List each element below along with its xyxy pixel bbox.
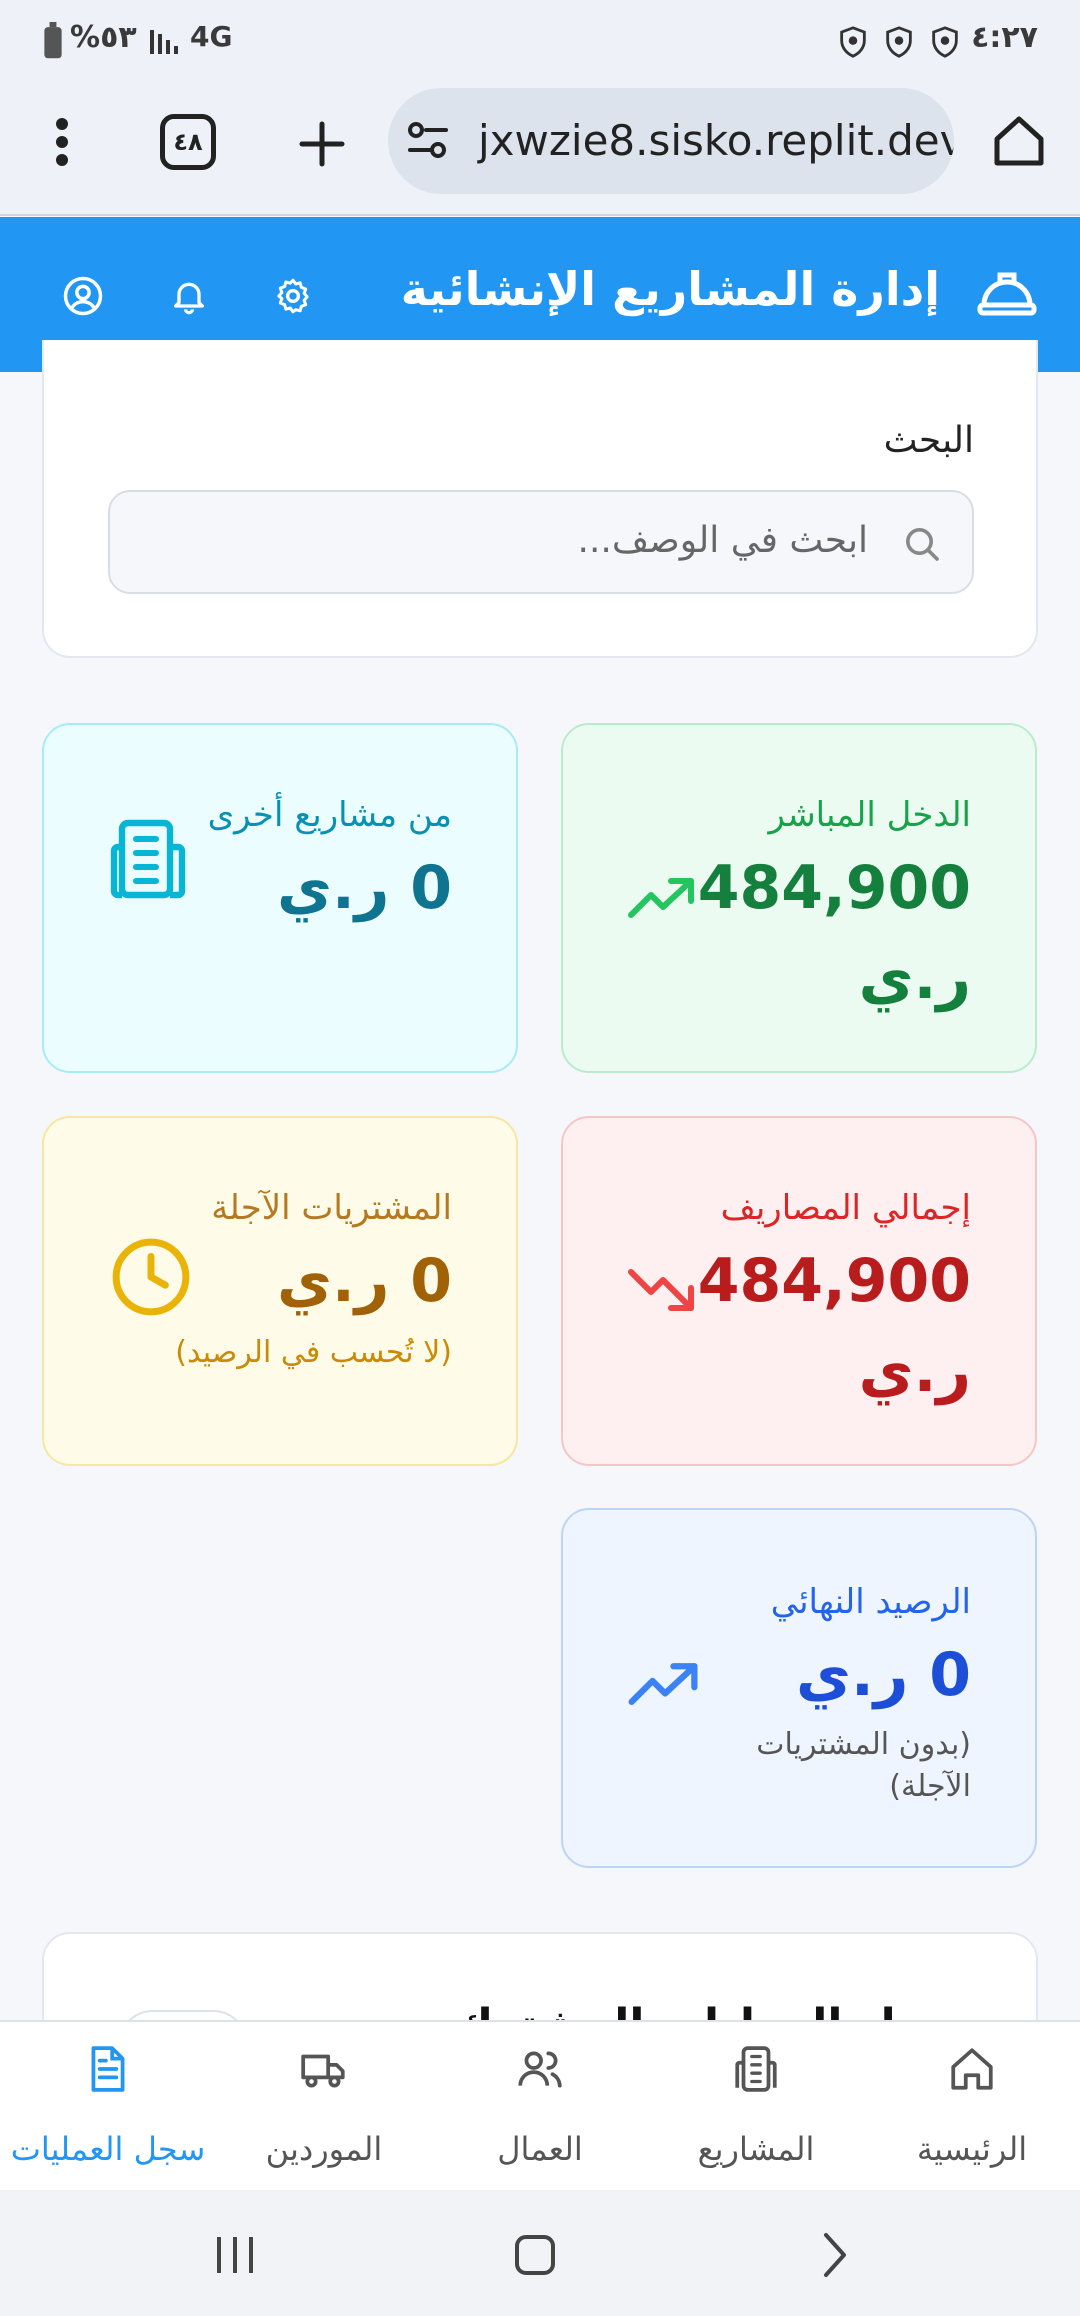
other-projects-card: من مشاريع أخرى 0 ر.ي	[42, 723, 518, 1073]
nav-item-projects[interactable]: المشاريع	[648, 2022, 864, 2192]
deferred-purchases-card: المشتريات الآجلة 0 ر.ي (لا تُحسب في الرص…	[42, 1116, 518, 1466]
status-bar: ٤:٢٧ %٥٣ 4G	[0, 0, 1080, 82]
shield-icon	[932, 26, 958, 58]
nav-item-home[interactable]: الرئيسية	[864, 2022, 1080, 2192]
nav-label-projects: المشاريع	[697, 2130, 815, 2168]
profile-button[interactable]	[52, 265, 114, 327]
app-title: إدارة المشاريع الإنشائية	[400, 262, 940, 316]
nav-label-workers: العمال	[497, 2130, 583, 2168]
other-projects-title: من مشاريع أخرى	[207, 795, 452, 835]
direct-income-title: الدخل المباشر	[768, 795, 971, 835]
trending-up-icon	[628, 878, 694, 918]
settings-button[interactable]	[262, 265, 324, 327]
battery-icon	[44, 22, 62, 59]
bell-icon	[174, 282, 204, 315]
search-icon	[906, 528, 939, 561]
shield-icon	[840, 26, 866, 58]
direct-income-currency: ر.ي	[858, 943, 971, 1013]
final-balance-note-line2: الآجلة)	[889, 1769, 971, 1804]
search-label: البحث	[883, 420, 974, 461]
final-balance-value: 0 ر.ي	[796, 1640, 971, 1710]
home-square-icon	[515, 2235, 555, 2275]
chevron-right-icon	[824, 2233, 846, 2277]
url-text: jxwzie8.sisko.replit.dev	[478, 116, 954, 165]
bottom-nav: الرئيسية المشاريع العمال الموردين سجل ال…	[0, 2020, 1080, 2190]
address-bar[interactable]: jxwzie8.sisko.replit.dev	[388, 88, 954, 194]
status-time: ٤:٢٧	[971, 20, 1038, 55]
file-text-icon	[91, 2046, 125, 2092]
browser-menu-button[interactable]	[30, 102, 94, 182]
nav-item-operations-log[interactable]: سجل العمليات	[0, 2022, 216, 2192]
notifications-button[interactable]	[158, 265, 220, 327]
total-expenses-card: إجمالي المصاريف 484,900 ر.ي	[561, 1116, 1037, 1466]
total-expenses-value: 484,900	[697, 1246, 971, 1316]
new-tab-button[interactable]	[290, 112, 354, 176]
building-icon	[110, 819, 186, 899]
hard-hat-icon	[977, 272, 1037, 316]
users-icon	[518, 2051, 562, 2088]
deferred-purchases-note: (لا تُحسب في الرصيد)	[175, 1335, 452, 1370]
browser-toolbar: ٤٨ jxwzie8.sisko.replit.dev	[0, 82, 1080, 216]
truck-icon	[301, 2054, 345, 2088]
recents-icon	[217, 2237, 253, 2273]
nav-item-workers[interactable]: العمال	[432, 2022, 648, 2192]
total-expenses-title: إجمالي المصاريف	[720, 1188, 971, 1228]
direct-income-value: 484,900	[697, 853, 971, 923]
shield-icon	[886, 26, 912, 58]
final-balance-card: الرصيد النهائي 0 ر.ي (بدون المشتريات الآ…	[561, 1508, 1037, 1868]
search-placeholder: ابحث في الوصف...	[577, 520, 868, 561]
home-button[interactable]	[984, 106, 1054, 176]
other-projects-value: 0 ر.ي	[277, 853, 452, 923]
nav-label-suppliers: الموردين	[265, 2130, 383, 2168]
nav-label-home: الرئيسية	[916, 2130, 1028, 2168]
tabs-button[interactable]: ٤٨	[160, 114, 216, 170]
signal-icon	[150, 30, 178, 54]
plus-icon	[299, 121, 345, 167]
network-type: 4G	[190, 20, 233, 53]
tab-count: ٤٨	[173, 128, 203, 156]
nav-item-suppliers[interactable]: الموردين	[216, 2022, 432, 2192]
deferred-purchases-value: 0 ر.ي	[277, 1246, 452, 1316]
building-icon	[735, 2046, 777, 2092]
trending-down-icon	[628, 1269, 694, 1311]
system-home-button[interactable]	[500, 2220, 570, 2290]
direct-income-card: الدخل المباشر 484,900 ر.ي	[561, 723, 1037, 1073]
site-settings-icon[interactable]	[406, 120, 450, 160]
search-input[interactable]: ابحث في الوصف...	[108, 490, 974, 594]
gear-icon	[277, 278, 309, 314]
deferred-purchases-title: المشتريات الآجلة	[211, 1188, 452, 1228]
final-balance-note-line1: (بدون المشتريات	[756, 1727, 971, 1762]
clock-icon	[112, 1238, 190, 1316]
system-navigation-bar	[0, 2190, 1080, 2316]
final-balance-title: الرصيد النهائي	[770, 1582, 971, 1622]
nav-label-operations-log: سجل العمليات	[10, 2130, 206, 2168]
recent-apps-button[interactable]	[200, 2220, 270, 2290]
user-circle-icon	[63, 276, 103, 316]
battery-percent: %٥٣	[70, 20, 137, 55]
search-card: البحث ابحث في الوصف...	[42, 340, 1038, 658]
home-icon	[951, 2048, 993, 2090]
home-icon	[994, 116, 1044, 166]
trending-up-icon	[628, 1663, 698, 1705]
total-expenses-currency: ر.ي	[858, 1336, 971, 1406]
more-vertical-icon	[56, 118, 68, 166]
system-back-button[interactable]	[800, 2220, 870, 2290]
